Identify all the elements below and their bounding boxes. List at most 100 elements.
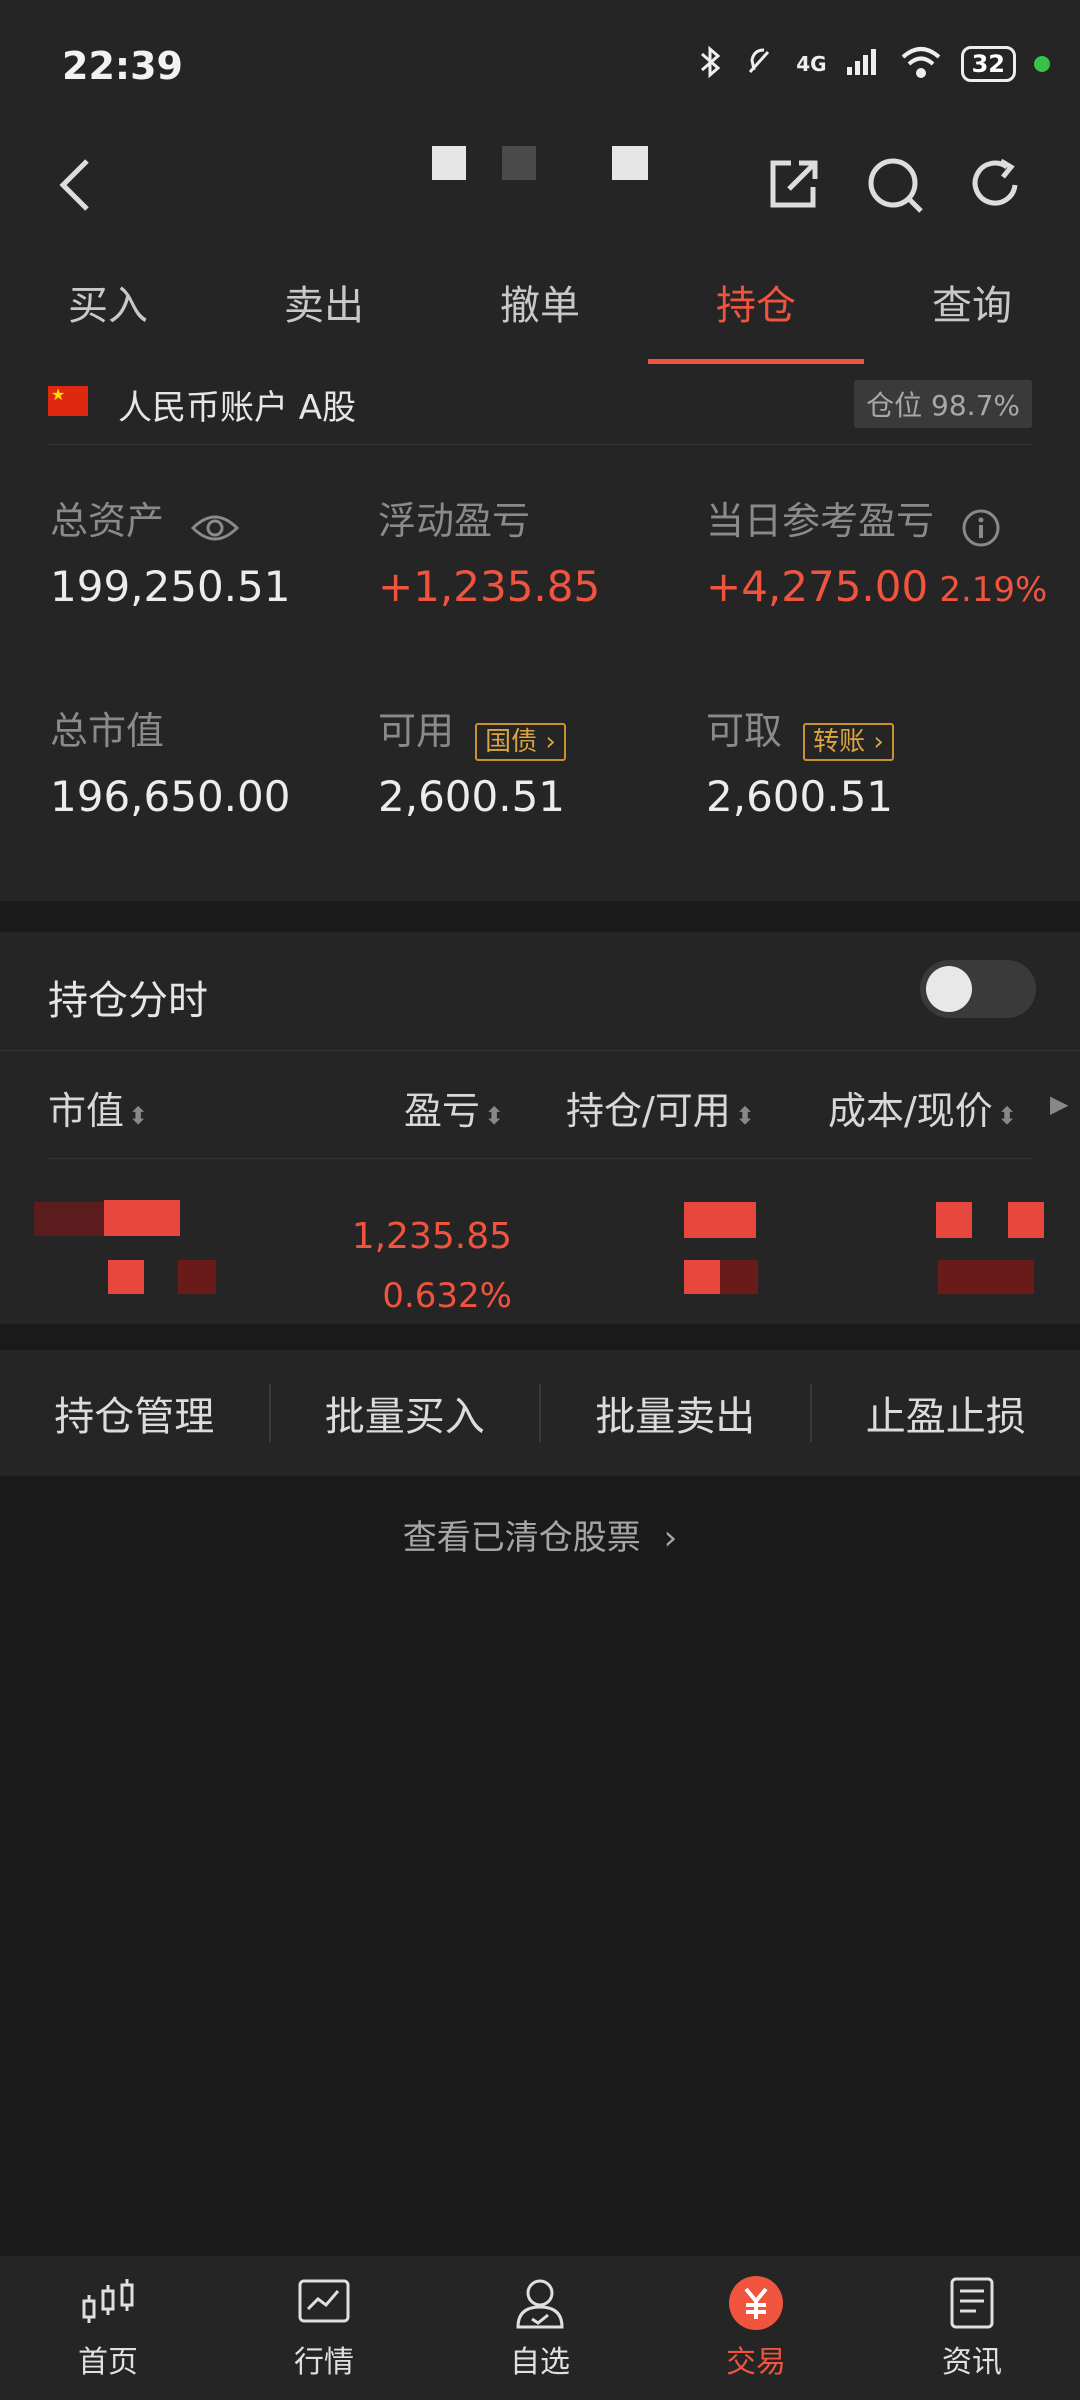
position-ratio-badge: 仓位 98.7% xyxy=(854,380,1032,428)
batch-buy-button[interactable]: 批量买入 xyxy=(271,1384,541,1442)
floating-pl-label: 浮动盈亏 xyxy=(378,499,531,543)
withdrawable-label: 可取 xyxy=(706,709,783,753)
chevron-right-icon: › xyxy=(663,1518,678,1558)
total-assets-label: 总资产 xyxy=(50,499,165,543)
total-assets-value: 199,250.51 xyxy=(50,562,291,611)
share-button[interactable] xyxy=(748,140,838,230)
floating-pl-value: +1,235.85 xyxy=(378,562,601,611)
status-bar: 22:39 4G 32 xyxy=(0,0,1080,130)
scroll-right-icon[interactable]: ▶ xyxy=(1050,1090,1068,1118)
chart-line-icon xyxy=(296,2275,352,2331)
intraday-toggle[interactable] xyxy=(920,960,1036,1018)
cleared-stocks-link[interactable]: 查看已清仓股票 › xyxy=(0,1510,1080,1559)
mute-icon xyxy=(744,44,778,84)
nav-trade[interactable]: 交易 xyxy=(648,2256,864,2400)
table-row[interactable]: 1,235.85 0.632% xyxy=(0,1172,1080,1316)
column-cost-label: 成本/现价 xyxy=(828,1089,993,1133)
available-label: 可用 xyxy=(378,709,455,753)
divider xyxy=(48,1158,1032,1159)
sort-icon: ⬍ xyxy=(996,1102,1017,1130)
withdrawable-block: 可取 转账 › xyxy=(706,700,894,761)
divider xyxy=(0,1050,1080,1051)
market-value-label: 总市值 xyxy=(50,709,165,753)
refresh-icon xyxy=(972,158,1018,206)
holdings-section: 持仓分时 市值 ⬍ 盈亏 ⬍ 持仓/可用 ⬍ 成本/现价 ⬍ ▶ 1,235.85 0.… xyxy=(0,932,1080,1324)
back-button[interactable] xyxy=(30,140,120,230)
redacted-block xyxy=(34,1202,104,1236)
bluetooth-icon xyxy=(696,44,726,84)
batch-sell-button[interactable]: 批量卖出 xyxy=(541,1384,812,1442)
treasury-bond-button[interactable]: 国债 › xyxy=(475,723,566,761)
search-button[interactable] xyxy=(850,140,940,230)
withdrawable-value: 2,600.51 xyxy=(706,772,894,821)
daily-pl-percent: 2.19% xyxy=(939,570,1048,610)
candlestick-icon xyxy=(80,2275,136,2331)
transfer-button[interactable]: 转账 › xyxy=(803,723,894,761)
refresh-button[interactable] xyxy=(950,140,1040,230)
holding-pl-value: 1,235.85 xyxy=(351,1216,512,1257)
available-value: 2,600.51 xyxy=(378,772,566,821)
position-management-button[interactable]: 持仓管理 xyxy=(0,1384,271,1442)
redacted-block xyxy=(1008,1202,1044,1238)
column-position-available[interactable]: 持仓/可用 ⬍ xyxy=(566,1080,755,1135)
holdings-actions: 持仓管理 批量买入 批量卖出 止盈止损 xyxy=(0,1350,1080,1476)
toggle-knob xyxy=(926,966,972,1012)
nav-home[interactable]: 首页 xyxy=(0,2256,216,2400)
nav-news[interactable]: 资讯 xyxy=(864,2256,1080,2400)
intraday-label: 持仓分时 xyxy=(48,978,208,1024)
network-type: 4G xyxy=(796,52,827,76)
nav-home-label: 首页 xyxy=(78,2345,138,2380)
share-icon xyxy=(770,160,818,208)
tab-positions[interactable]: 持仓 xyxy=(648,240,864,364)
chevron-left-icon xyxy=(59,159,89,211)
column-cost-price[interactable]: 成本/现价 ⬍ xyxy=(828,1080,1017,1135)
status-icons: 4G 32 xyxy=(696,44,1050,84)
tab-query[interactable]: 查询 xyxy=(864,240,1080,364)
nav-watchlist[interactable]: 自选 xyxy=(432,2256,648,2400)
sort-icon: ⬍ xyxy=(128,1102,149,1130)
yuan-icon xyxy=(728,2275,784,2331)
nav-news-label: 资讯 xyxy=(942,2345,1002,2380)
tab-sell[interactable]: 卖出 xyxy=(216,240,432,364)
privacy-dot xyxy=(1034,56,1050,72)
daily-pl-block: 当日参考盈亏 xyxy=(706,490,1001,552)
bottom-nav: 首页 行情 自选 交易 资讯 xyxy=(0,2256,1080,2400)
document-icon xyxy=(944,2275,1000,2331)
redacted-block xyxy=(720,1260,758,1294)
account-name: 人民币账户 A股 xyxy=(118,388,357,428)
redacted-block xyxy=(178,1260,216,1294)
market-value-value: 196,650.00 xyxy=(50,772,291,821)
column-market-value-label: 市值 xyxy=(48,1089,125,1133)
sort-icon: ⬍ xyxy=(734,1102,755,1130)
holding-pl-percent: 0.632% xyxy=(382,1276,512,1316)
sort-icon: ⬍ xyxy=(484,1102,505,1130)
tab-cancel-order[interactable]: 撤单 xyxy=(432,240,648,364)
user-check-icon xyxy=(512,2275,568,2331)
treasury-bond-label: 国债 xyxy=(485,727,538,757)
redacted-block xyxy=(684,1260,720,1294)
redacted-block xyxy=(938,1260,1034,1294)
nav-market[interactable]: 行情 xyxy=(216,2256,432,2400)
daily-pl-label: 当日参考盈亏 xyxy=(706,499,935,543)
redacted-block xyxy=(936,1202,972,1238)
nav-watchlist-label: 自选 xyxy=(510,2345,570,2380)
tab-buy[interactable]: 买入 xyxy=(0,240,216,364)
column-position-label: 持仓/可用 xyxy=(566,1089,731,1133)
redacted-block xyxy=(684,1202,756,1238)
signal-icon xyxy=(845,47,881,81)
header xyxy=(0,130,1080,240)
column-pl[interactable]: 盈亏 ⬍ xyxy=(404,1080,504,1135)
search-icon xyxy=(868,158,923,213)
trade-tabs: 买入 卖出 撤单 持仓 查询 xyxy=(0,240,1080,365)
transfer-label: 转账 xyxy=(813,727,866,757)
take-profit-stop-loss-button[interactable]: 止盈止损 xyxy=(812,1384,1080,1442)
china-flag-icon xyxy=(48,385,88,416)
account-header: 人民币账户 A股 仓位 98.7% xyxy=(48,364,1032,445)
daily-pl-value: +4,275.00 xyxy=(706,562,929,611)
account-summary: 人民币账户 A股 仓位 98.7% 总资产 199,250.51 浮动盈亏 +1… xyxy=(0,364,1080,901)
daily-pl-values: +4,275.00 2.19% xyxy=(706,562,1047,611)
cleared-stocks-label: 查看已清仓股票 xyxy=(402,1518,641,1558)
info-icon[interactable] xyxy=(961,508,1001,552)
eye-icon[interactable] xyxy=(190,512,240,548)
column-market-value[interactable]: 市值 ⬍ xyxy=(48,1080,148,1135)
